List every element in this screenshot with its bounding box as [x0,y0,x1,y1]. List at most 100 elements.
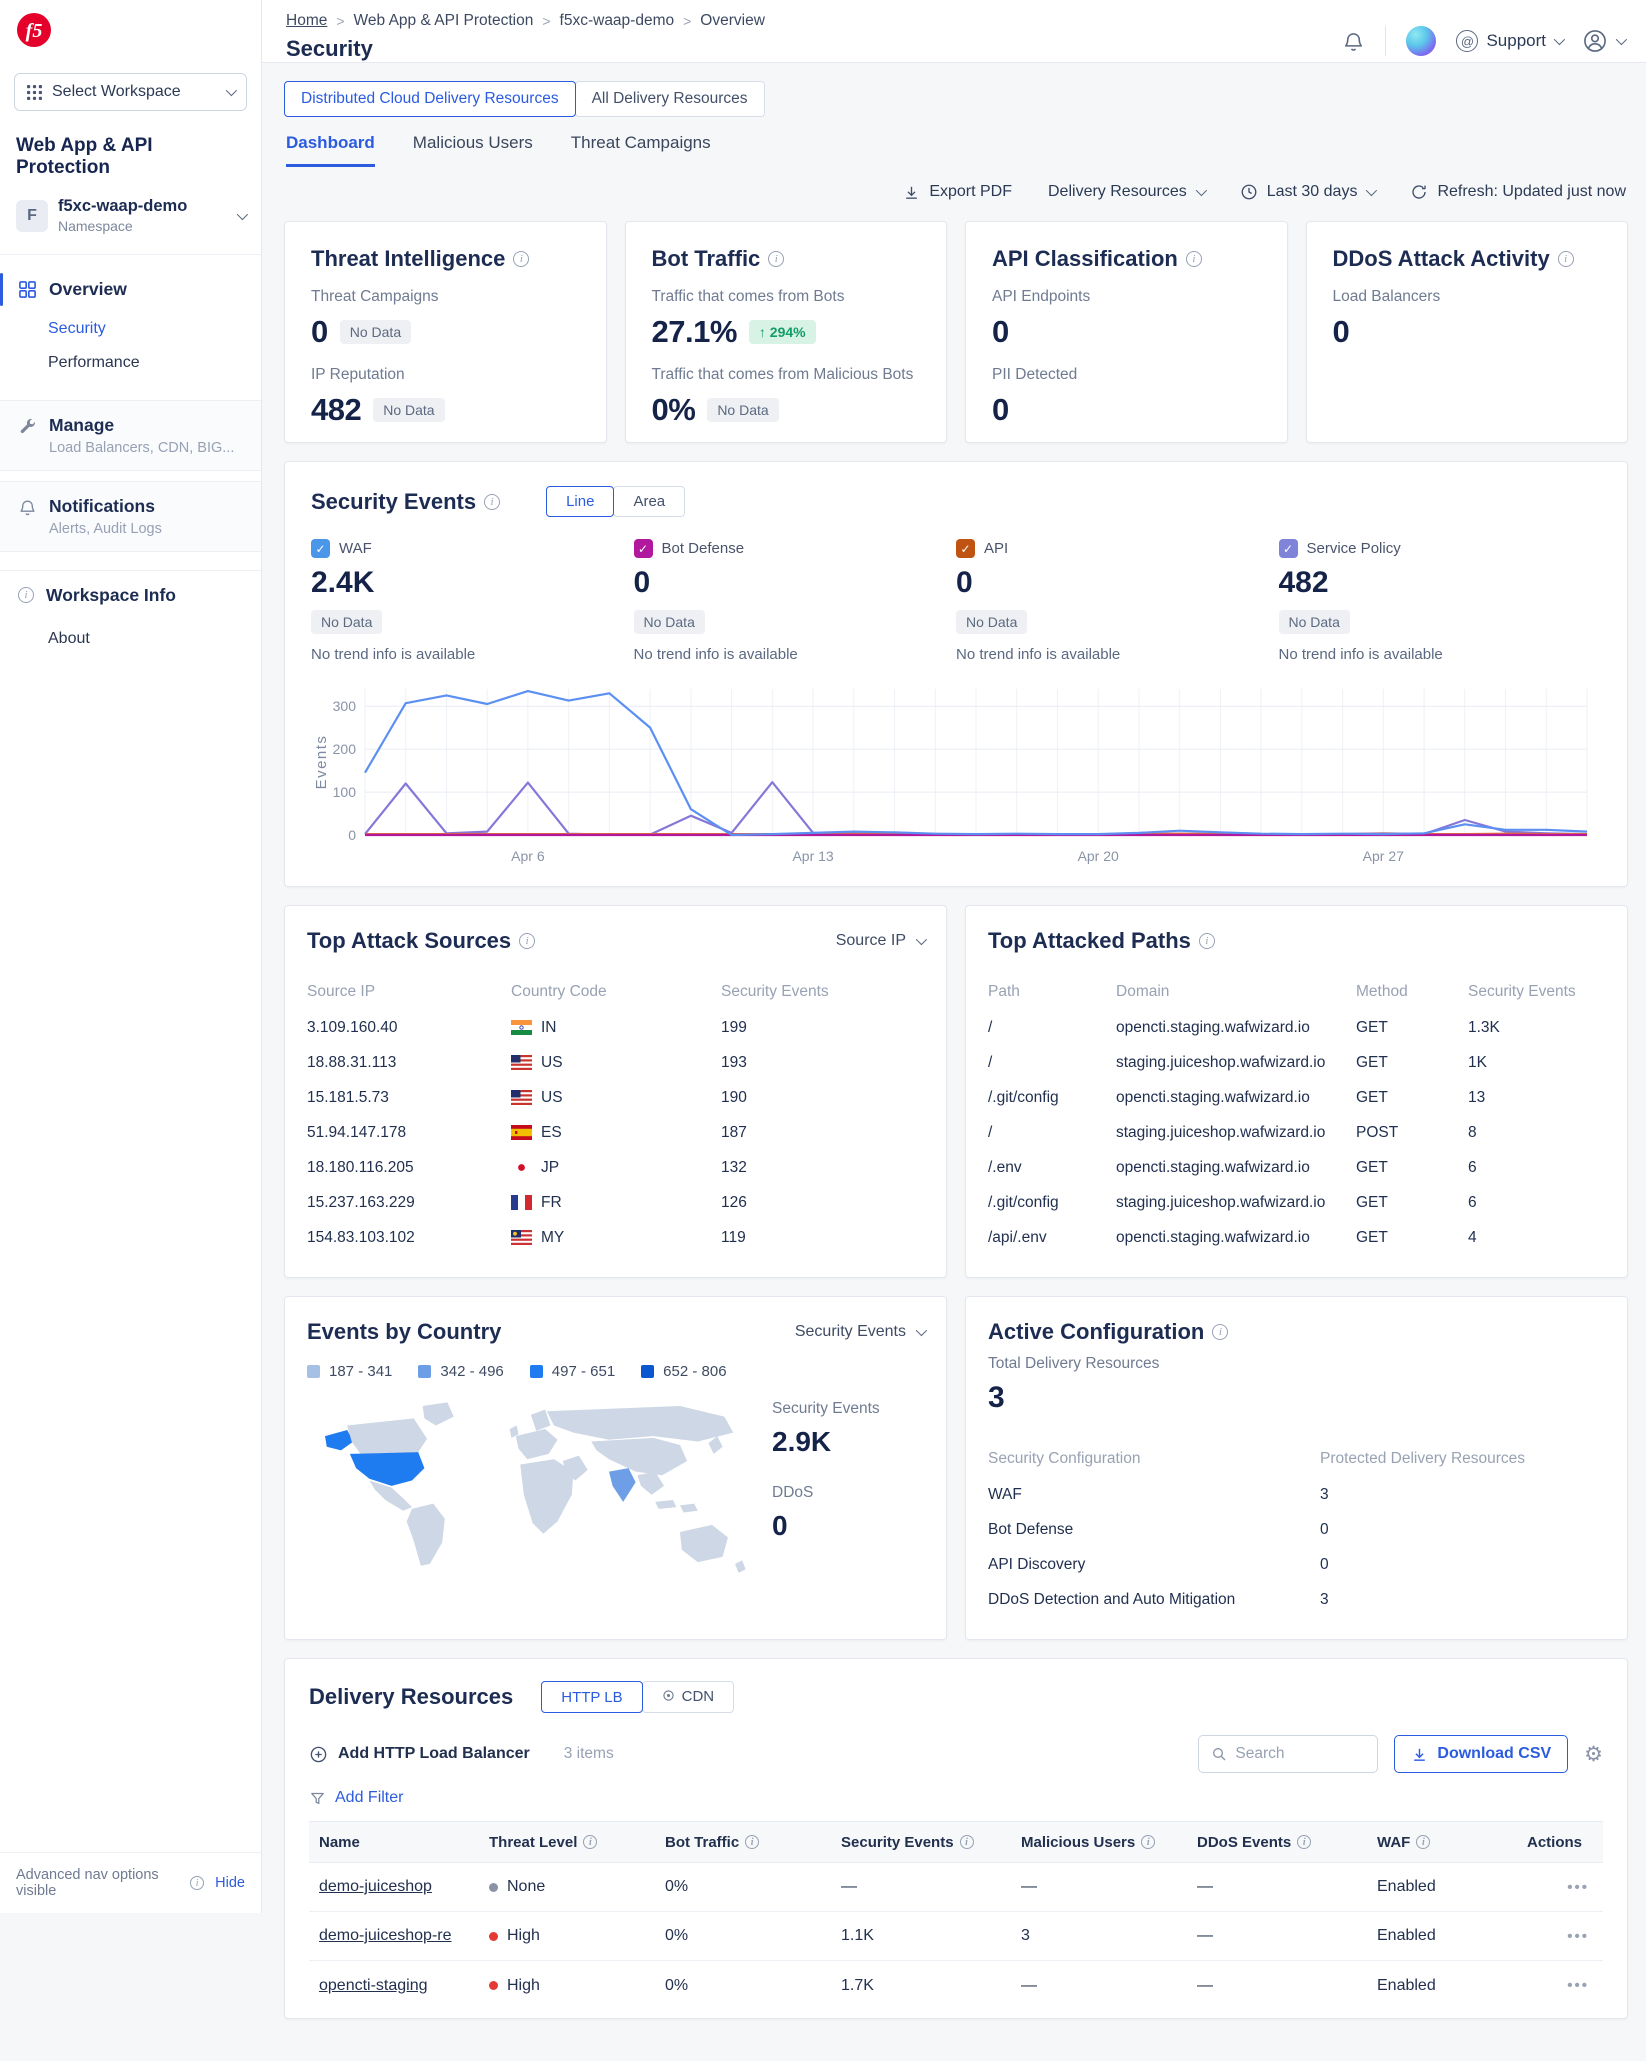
toggle-cdn[interactable]: CDN [642,1681,735,1713]
funnel-icon [309,1790,326,1807]
bell-icon[interactable] [1342,30,1365,53]
info-icon[interactable]: i [1558,251,1574,267]
map-metric-selector[interactable]: Security Events [795,1323,924,1341]
total-delivery-resources-value: 3 [988,1381,1605,1415]
column-security-configuration: Security Configuration [988,1450,1320,1468]
avatar[interactable] [1406,26,1436,56]
legend-api: ✓API0No DataNo trend info is available [956,539,1279,663]
tab-threat-campaigns[interactable]: Threat Campaigns [571,133,711,167]
source-ip: 15.181.5.73 [307,1089,511,1107]
sidebar-item-performance[interactable]: Performance [0,346,261,380]
view-distributed-cloud-delivery-resources[interactable]: Distributed Cloud Delivery Resources [284,81,576,117]
breadcrumb-item-overview[interactable]: Overview [700,12,765,30]
sidebar-item-about[interactable]: About [0,622,261,656]
info-icon[interactable]: i [960,1835,974,1849]
table-row[interactable]: 15.237.163.229FR126 [307,1185,924,1220]
legend-value: 0 [956,566,1279,600]
table-row[interactable]: /.git/configstaging.juiceshop.wafwizard.… [988,1185,1605,1220]
source-ip-selector[interactable]: Source IP [836,932,924,950]
time-range-dropdown[interactable]: Last 30 days [1240,183,1375,201]
info-icon[interactable]: i [484,494,500,510]
map-country-in[interactable] [609,1468,636,1502]
download-csv-button[interactable]: Download CSV [1394,1735,1568,1773]
info-icon[interactable]: i [745,1835,759,1849]
card-threat-intelligence: Threat IntelligenceiThreat Campaigns0No … [284,221,607,443]
toggle-http-lb[interactable]: HTTP LB [541,1681,642,1713]
map-country-us[interactable] [325,1430,353,1450]
legend-value: 2.4K [311,566,634,600]
hide-nav-link[interactable]: Hide [215,1875,245,1891]
namespace-selector[interactable]: F f5xc-waap-demo Namespace [0,185,261,246]
info-icon[interactable]: i [1186,251,1202,267]
row-actions-button[interactable]: ••• [1517,1879,1603,1896]
info-icon[interactable]: i [1141,1835,1155,1849]
info-icon[interactable]: i [190,1876,204,1890]
info-icon[interactable]: i [1297,1835,1311,1849]
table-row[interactable]: /api/.envopencti.staging.wafwizard.ioGET… [988,1220,1605,1255]
table-row[interactable]: 18.88.31.113US193 [307,1045,924,1080]
info-icon[interactable]: i [1416,1835,1430,1849]
config-value: 0 [1320,1556,1605,1574]
delivery-resources-dropdown[interactable]: Delivery Resources [1048,183,1204,201]
refresh-button[interactable]: Refresh: Updated just now [1410,183,1626,201]
tab-malicious-users[interactable]: Malicious Users [413,133,533,167]
table-row[interactable]: /staging.juiceshop.wafwizard.ioPOST8 [988,1115,1605,1150]
support-menu[interactable]: @ Support [1456,30,1562,52]
legend-checkbox[interactable]: ✓ [311,539,330,558]
tab-dashboard[interactable]: Dashboard [286,133,375,167]
table-row[interactable]: /staging.juiceshop.wafwizard.ioGET1K [988,1045,1605,1080]
info-icon[interactable]: i [1199,933,1215,949]
table-row[interactable]: /opencti.staging.wafwizard.ioGET1.3K [988,1010,1605,1045]
row-actions-button[interactable]: ••• [1517,1977,1603,1994]
row-actions-button[interactable]: ••• [1517,1928,1603,1945]
chart-mode-line[interactable]: Line [546,486,614,517]
security-events-count: 1K [1468,1054,1605,1072]
lb-name-link[interactable]: demo-juiceshop [319,1878,432,1895]
table-header: NameThreat LeveliBot TrafficiSecurity Ev… [309,1821,1603,1863]
target-icon [662,1689,675,1706]
breadcrumb-item-home[interactable]: Home [286,12,327,30]
security-events-count: 199 [721,1019,924,1037]
sidebar-item-workspace-info[interactable]: i Workspace Info [0,570,261,620]
sidebar-item-overview[interactable]: Overview [0,269,261,310]
info-icon[interactable]: i [519,933,535,949]
sidebar-item-security[interactable]: Security [0,312,261,346]
lb-name-link[interactable]: demo-juiceshop-re [319,1927,452,1944]
flag-icon-es [511,1125,532,1140]
top-header: Home>Web App & API Protection>f5xc-waap-… [262,0,1646,63]
world-map[interactable] [307,1390,769,1603]
view-all-delivery-resources[interactable]: All Delivery Resources [575,81,765,117]
export-pdf-button[interactable]: Export PDF [903,183,1012,201]
legend-checkbox[interactable]: ✓ [1279,539,1298,558]
ddos-events: — [1187,1977,1367,1995]
info-icon[interactable]: i [768,251,784,267]
table-row[interactable]: /.envopencti.staging.wafwizard.ioGET6 [988,1150,1605,1185]
add-http-load-balancer-button[interactable]: Add HTTP Load Balancer [309,1745,530,1764]
breadcrumb-item-f5xc-waap-demo[interactable]: f5xc-waap-demo [560,12,675,30]
chart-mode-area[interactable]: Area [613,486,685,517]
table-row[interactable]: /.git/configopencti.staging.wafwizard.io… [988,1080,1605,1115]
breadcrumb-item-web-app-api-protection[interactable]: Web App & API Protection [354,12,534,30]
account-menu[interactable] [1582,28,1624,54]
config-name: WAF [988,1486,1320,1504]
table-row[interactable]: 3.109.160.40IN199 [307,1010,924,1045]
table-row[interactable]: 154.83.103.102MY119 [307,1220,924,1255]
map-country-us[interactable] [350,1452,425,1486]
select-workspace-button[interactable]: Select Workspace [14,73,247,111]
table-row[interactable]: 18.180.116.205JP132 [307,1150,924,1185]
legend-checkbox[interactable]: ✓ [634,539,653,558]
download-csv-label: Download CSV [1437,1745,1551,1763]
lb-name-link[interactable]: opencti-staging [319,1977,428,1994]
add-filter-link[interactable]: Add Filter [335,1789,403,1807]
table-row[interactable]: 15.181.5.73US190 [307,1080,924,1115]
gear-icon[interactable]: ⚙ [1584,1744,1603,1765]
info-icon[interactable]: i [513,251,529,267]
info-icon[interactable]: i [583,1835,597,1849]
sidebar-item-notifications[interactable]: Notifications Alerts, Audit Logs [0,481,261,552]
table-row[interactable]: 51.94.147.178ES187 [307,1115,924,1150]
legend-checkbox[interactable]: ✓ [956,539,975,558]
sidebar-item-manage[interactable]: Manage Load Balancers, CDN, BIG... [0,400,261,471]
f5-logo[interactable]: f5 [16,12,52,53]
search-input[interactable] [1235,1745,1355,1763]
info-icon[interactable]: i [1212,1324,1228,1340]
